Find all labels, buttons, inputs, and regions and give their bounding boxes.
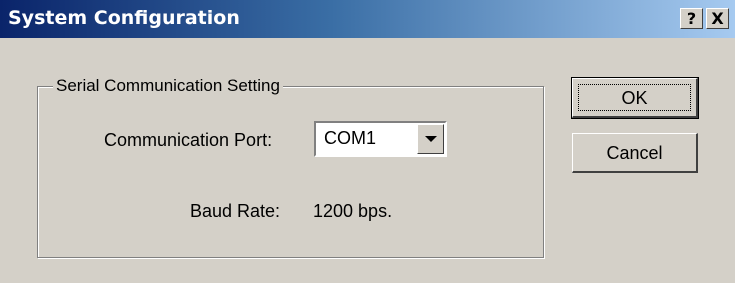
system-configuration-dialog: System Configuration ? X Serial Communic… (0, 0, 735, 283)
ok-button-label: OK (621, 87, 648, 108)
title-bar[interactable]: System Configuration ? X (0, 0, 735, 38)
help-button[interactable]: ? (680, 8, 703, 29)
ok-button[interactable]: OK (571, 77, 699, 119)
communication-port-dropdown[interactable]: COM1 (314, 121, 447, 157)
close-button[interactable]: X (706, 8, 729, 29)
cancel-button[interactable]: Cancel (572, 133, 698, 173)
baud-rate-label: Baud Rate: (190, 201, 281, 221)
baud-rate-value: 1200 bps. (313, 201, 393, 221)
serial-communication-groupbox (37, 86, 544, 258)
dialog-title: System Configuration (8, 7, 240, 29)
groupbox-title: Serial Communication Setting (53, 76, 283, 96)
communication-port-label: Communication Port: (104, 130, 273, 150)
communication-port-value: COM1 (324, 128, 377, 148)
chevron-down-icon[interactable] (417, 124, 444, 154)
